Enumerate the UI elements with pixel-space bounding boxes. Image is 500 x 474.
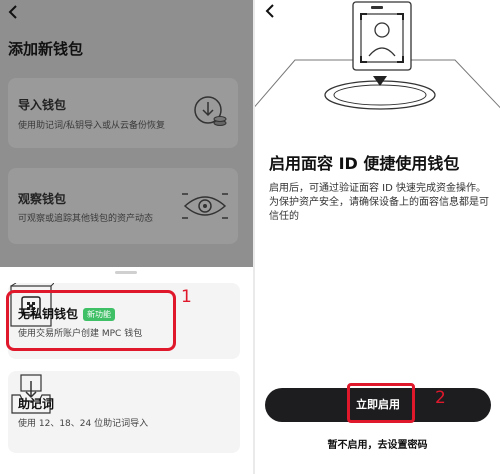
face-id-phone-icon — [255, 1, 500, 110]
import-wallet-card[interactable]: 导入钱包 使用助记词/私钥导入或从云备份恢复 — [8, 78, 238, 148]
back-button[interactable] — [265, 2, 277, 23]
annotation-highlight-2 — [347, 383, 415, 423]
sheet-drag-handle[interactable] — [115, 271, 137, 274]
annotation-highlight-1 — [6, 290, 176, 351]
eye-icon — [182, 193, 228, 219]
chevron-left-icon — [265, 4, 274, 18]
skip-set-password-link[interactable]: 暂不启用，去设置密码 — [255, 436, 500, 451]
watch-wallet-card[interactable]: 观察钱包 可观察或追踪其他钱包的资产动态 — [8, 168, 238, 244]
back-button[interactable] — [8, 4, 20, 24]
import-wallet-subtitle: 使用助记词/私钥导入或从云备份恢复 — [18, 121, 166, 131]
mnemonic-card[interactable]: 助记词 使用 12、18、24 位助记词导入 — [8, 371, 240, 453]
annotation-number-1: 1 — [181, 287, 192, 307]
import-download-icon — [194, 96, 227, 126]
mnemonic-title: 助记词 — [18, 397, 55, 411]
dimmed-background: 添加新钱包 导入钱包 使用助记词/私钥导入或从云备份恢复 观察钱包 可观察或追踪… — [0, 0, 253, 267]
annotation-number-2: 2 — [435, 388, 446, 408]
page-title: 添加新钱包 — [8, 40, 84, 58]
screenshot-root: 添加新钱包 导入钱包 使用助记词/私钥导入或从云备份恢复 观察钱包 可观察或追踪… — [0, 0, 500, 474]
add-wallet-screen: 添加新钱包 导入钱包 使用助记词/私钥导入或从云备份恢复 观察钱包 可观察或追踪… — [0, 0, 253, 474]
page-title: 启用面容 ID 便捷使用钱包 — [269, 154, 460, 173]
watch-wallet-title: 观察钱包 — [18, 192, 67, 206]
face-id-screen: 启用面容 ID 便捷使用钱包 启用后，可通过验证面容 ID 快速完成资金操作。为… — [255, 0, 500, 474]
import-wallet-title: 导入钱包 — [18, 98, 67, 112]
watch-wallet-subtitle: 可观察或追踪其他钱包的资产动态 — [18, 214, 154, 224]
mnemonic-subtitle: 使用 12、18、24 位助记词导入 — [18, 419, 149, 429]
face-id-description: 启用后，可通过验证面容 ID 快速完成资金操作。为保护资产安全，请确保设备上的面… — [269, 183, 489, 222]
chevron-left-icon — [8, 5, 17, 19]
